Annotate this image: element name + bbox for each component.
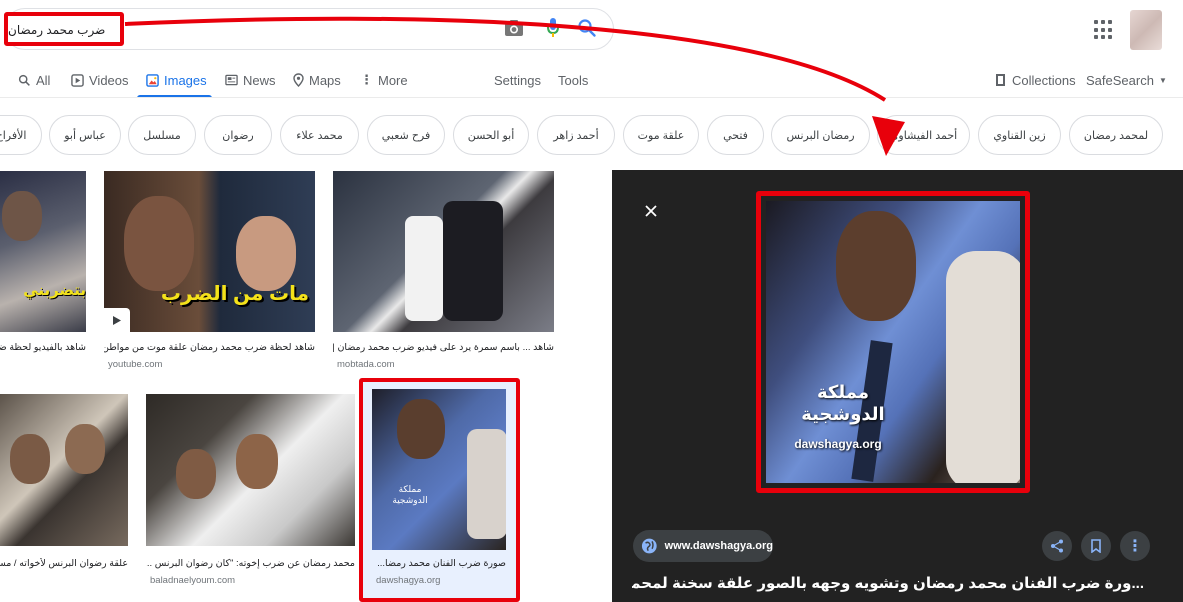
- annotation-arrow: [124, 16, 905, 156]
